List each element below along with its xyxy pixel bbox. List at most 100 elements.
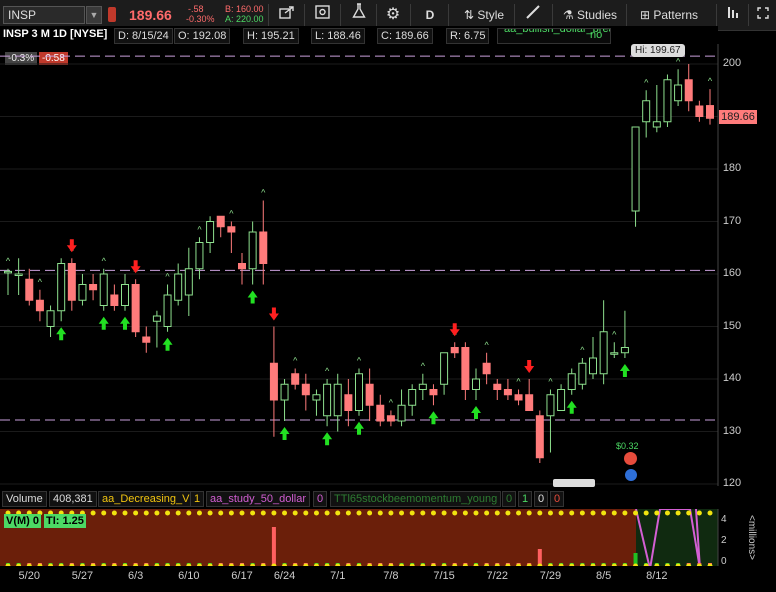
ask-price: A: 220.00: [225, 14, 264, 24]
study-dot: [452, 510, 458, 516]
close-value: C: 189.66: [377, 28, 433, 44]
symbol-input[interactable]: INSP: [3, 6, 85, 24]
study-dot: [622, 510, 628, 516]
study-dot: [441, 510, 447, 516]
price-chart[interactable]: ^^^^^^^^^^^^^^^^^^^^^^^: [0, 44, 745, 486]
price-tick-label: 200: [722, 57, 742, 69]
candle-body: [642, 100, 651, 123]
price-tick-label: 160: [722, 267, 742, 279]
candle-body: [67, 263, 76, 301]
candle-body: [4, 270, 12, 274]
high-bubble: Hi: 199.67: [631, 44, 685, 57]
pattern-marker: ^: [293, 356, 298, 366]
drawing-button[interactable]: [520, 3, 546, 27]
earnings-icon[interactable]: [624, 452, 637, 465]
study-dot: [303, 510, 309, 516]
pattern-marker: ^: [325, 366, 330, 376]
candle-body: [663, 79, 672, 123]
study-dot: [313, 510, 319, 516]
candle-body: [440, 352, 449, 385]
candle-body: [695, 105, 704, 117]
candle-body: [610, 352, 619, 355]
study-dot: [260, 510, 266, 516]
volume-bar: [271, 527, 276, 567]
candle-body: [546, 394, 555, 417]
candle-body: [386, 415, 395, 422]
study1-label[interactable]: aa_Decreasing_V: [98, 491, 194, 507]
buy-arrow: [428, 411, 439, 425]
candle-body: [333, 383, 342, 417]
study-dot: [207, 510, 213, 516]
buy-arrow: [566, 400, 577, 414]
sell-arrow: [130, 260, 141, 274]
study-dot: [579, 510, 585, 516]
candle-body: [578, 362, 587, 385]
study3-label[interactable]: TTl65stockbeemomentum_young: [330, 491, 502, 507]
study-dot: [218, 510, 224, 516]
volume-chart[interactable]: [0, 509, 745, 569]
pattern-marker: ^: [38, 277, 43, 287]
study-dot: [154, 510, 160, 516]
pattern-marker: ^: [644, 77, 649, 87]
candle-body: [89, 284, 98, 291]
date-tick-label: 6/10: [178, 570, 200, 582]
study2-label[interactable]: aa_study_50_dollar: [206, 491, 311, 507]
candle-body: [195, 242, 204, 270]
candle-body: [110, 294, 119, 306]
candle-body: [589, 357, 597, 375]
study-dot: [601, 510, 607, 516]
dividend-label: $0.32: [616, 441, 639, 451]
share-button[interactable]: [274, 3, 300, 27]
symbol-link-icon[interactable]: [108, 7, 116, 22]
style-button[interactable]: ⇅ Style: [458, 3, 510, 27]
more-button[interactable]: [722, 3, 744, 27]
patterns-button[interactable]: ⊞ Patterns: [634, 3, 704, 27]
candle-body: [238, 263, 246, 270]
range-value: R: 6.75: [446, 28, 490, 44]
date-tick-label: 7/29: [539, 570, 562, 582]
candle-body: [376, 404, 385, 422]
date-tick-label: 6/17: [231, 570, 253, 582]
study-banner-value: no: [590, 29, 603, 41]
symbol-dropdown-icon[interactable]: ▼: [86, 6, 102, 24]
pencil-icon: [526, 5, 540, 19]
candle-body: [206, 221, 215, 243]
pattern-marker: ^: [548, 377, 553, 387]
candle-body: [503, 389, 512, 396]
candle-body: [35, 299, 44, 312]
study-dot: [462, 510, 468, 516]
buy-arrow: [162, 337, 173, 351]
pct-change: -0.30%: [186, 14, 215, 24]
study-dot: [675, 510, 681, 516]
candle-body: [429, 389, 438, 396]
notes-button[interactable]: [310, 3, 336, 27]
study-dot: [664, 510, 670, 516]
study-dot: [537, 510, 543, 516]
price-tick-label: 150: [722, 319, 742, 332]
candle-body: [152, 315, 161, 322]
timeframe-button[interactable]: D: [420, 3, 440, 27]
fullscreen-button[interactable]: [752, 3, 774, 27]
price-tick-label: 130: [722, 424, 742, 437]
study-dot: [324, 510, 330, 516]
fullscreen-icon: [757, 7, 769, 19]
study-dot: [388, 510, 394, 516]
event-icon[interactable]: [625, 469, 637, 481]
candle-body: [567, 373, 576, 390]
patterns-icon: ⊞: [639, 8, 650, 22]
settings-button[interactable]: ⚙: [382, 3, 404, 27]
candle-body: [631, 126, 640, 212]
candle-body: [450, 347, 459, 354]
buy-arrow: [247, 290, 258, 304]
study-dot: [516, 510, 522, 516]
studies-flask-button[interactable]: [346, 3, 372, 27]
date-tick-label: 8/5: [595, 570, 612, 582]
study-dot: [101, 510, 107, 516]
candle-body: [46, 310, 55, 327]
high-value: H: 195.21: [243, 28, 299, 44]
candle-body: [248, 231, 257, 270]
study-dot: [377, 510, 383, 516]
candle-body: [163, 294, 172, 327]
studies-button[interactable]: ⚗ Studies: [558, 3, 622, 27]
study-dot: [282, 510, 288, 516]
